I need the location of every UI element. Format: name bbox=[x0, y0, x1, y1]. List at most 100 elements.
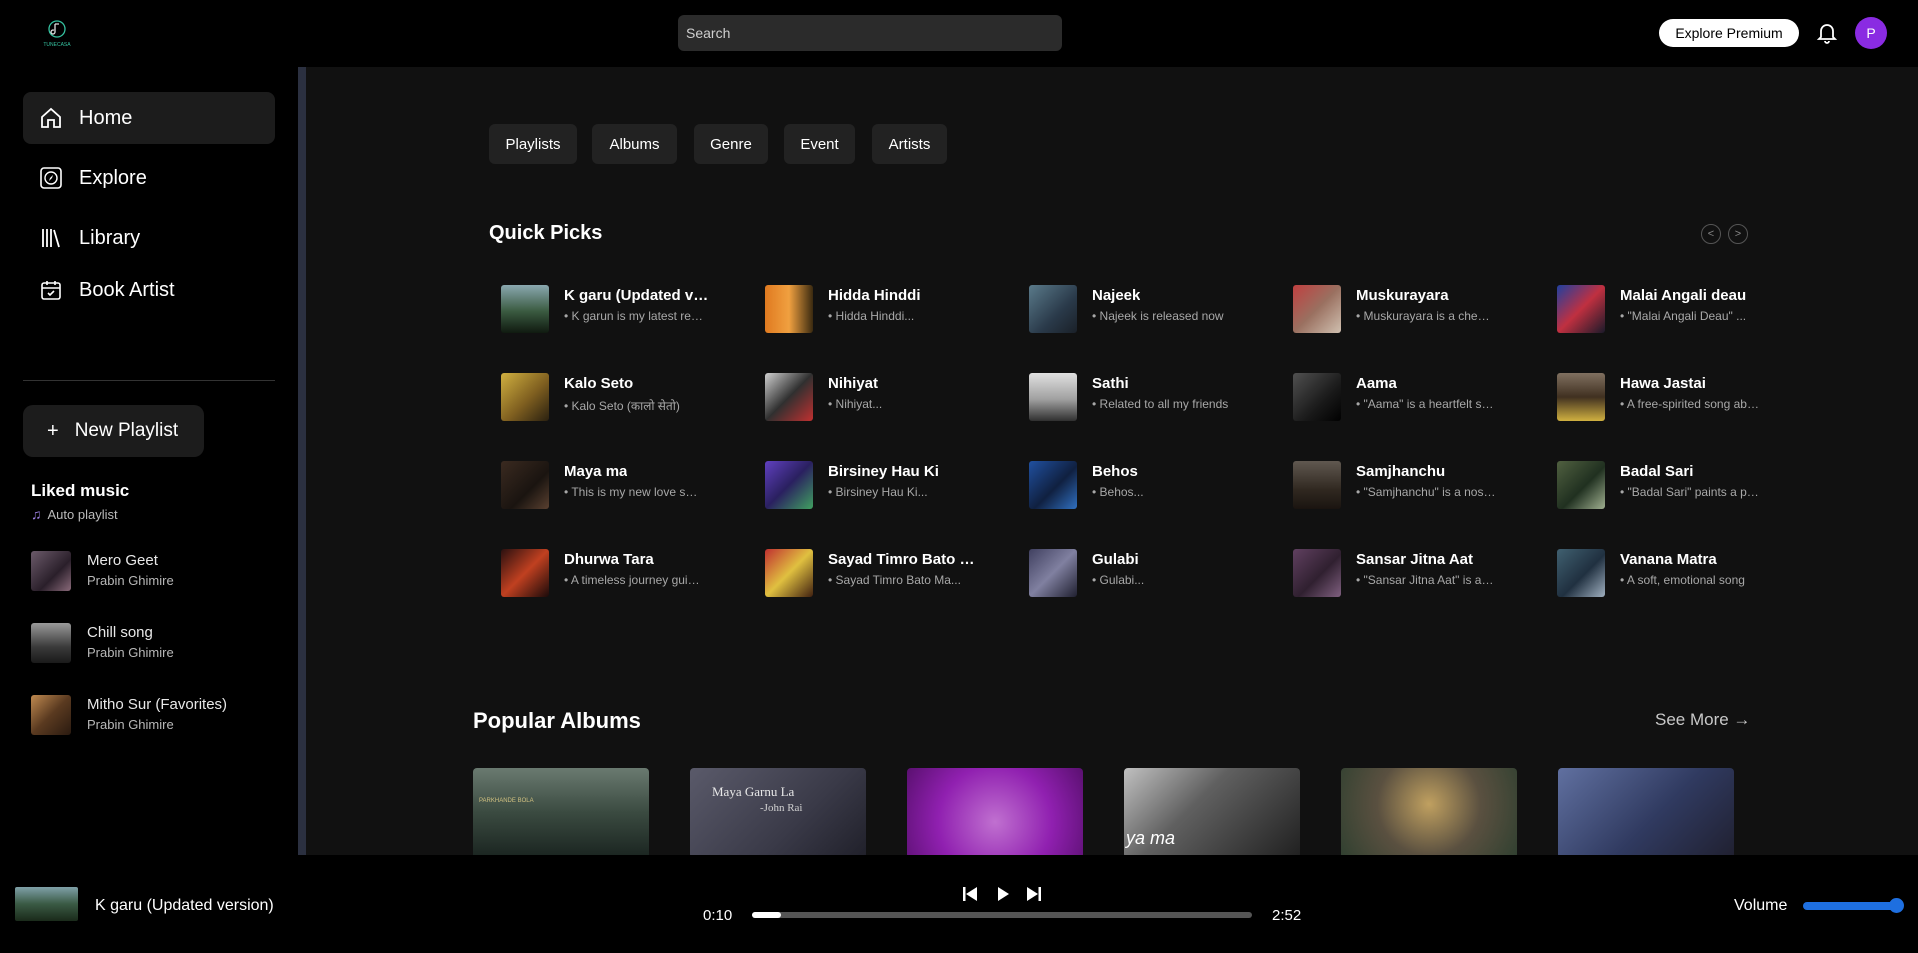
album-card[interactable] bbox=[1558, 768, 1734, 855]
search-input[interactable] bbox=[678, 15, 1062, 51]
song-description: • Birsiney Hau Ki... bbox=[828, 485, 928, 499]
album-thumbnail bbox=[31, 695, 71, 735]
quick-pick-item[interactable]: Behos • Behos... bbox=[1029, 458, 1279, 510]
album-card[interactable] bbox=[907, 768, 1083, 855]
library-item[interactable]: Mitho Sur (Favorites) Prabin Ghimire bbox=[31, 692, 291, 736]
liked-music-title[interactable]: Liked music bbox=[31, 481, 129, 501]
quick-pick-item[interactable]: Aama • "Aama" is a heartfelt song bbox=[1293, 370, 1543, 422]
sidebar-item-explore[interactable]: Explore bbox=[23, 152, 275, 204]
quick-pick-item[interactable]: K garu (Updated version) • K garun is my… bbox=[501, 282, 751, 334]
bell-icon[interactable] bbox=[1815, 20, 1839, 46]
sidebar-item-book-artist[interactable]: Book Artist bbox=[23, 264, 275, 316]
song-thumbnail bbox=[1293, 285, 1341, 333]
volume-slider-handle[interactable] bbox=[1889, 898, 1904, 913]
quick-pick-item[interactable]: Sathi • Related to all my friends bbox=[1029, 370, 1279, 422]
prev-arrow-button[interactable]: < bbox=[1701, 224, 1721, 244]
main-content: Playlists Albums Genre Event Artists Qui… bbox=[306, 67, 1918, 855]
song-title: Muskurayara bbox=[1356, 287, 1449, 304]
quick-pick-item[interactable]: Sansar Jitna Aat • "Sansar Jitna Aat" is… bbox=[1293, 546, 1543, 598]
quick-pick-item[interactable]: Hawa Jastai • A free-spirited song about bbox=[1557, 370, 1807, 422]
sidebar-item-home[interactable]: Home bbox=[23, 92, 275, 144]
explore-premium-button[interactable]: Explore Premium bbox=[1659, 19, 1799, 47]
library-item[interactable]: Chill song Prabin Ghimire bbox=[31, 620, 291, 664]
song-thumbnail bbox=[1293, 549, 1341, 597]
album-caption: PARKHANDE BOLA bbox=[479, 798, 534, 804]
sidebar-scroll-edge bbox=[298, 67, 306, 855]
quick-pick-item[interactable]: Malai Angali deau • "Malai Angali Deau" … bbox=[1557, 282, 1807, 334]
previous-icon[interactable] bbox=[960, 884, 980, 904]
song-description: • Related to all my friends bbox=[1092, 397, 1229, 411]
app-logo[interactable]: TUNECASA bbox=[37, 18, 77, 48]
next-icon[interactable] bbox=[1024, 884, 1044, 904]
chip-artists[interactable]: Artists bbox=[872, 124, 947, 164]
song-thumbnail bbox=[765, 373, 813, 421]
progress-bar[interactable] bbox=[752, 912, 1252, 918]
library-item-artist: Prabin Ghimire bbox=[87, 573, 174, 588]
quick-pick-item[interactable]: Hidda Hinddi • Hidda Hinddi... bbox=[765, 282, 1015, 334]
progress-fill bbox=[752, 912, 781, 918]
quick-pick-item[interactable]: Gulabi • Gulabi... bbox=[1029, 546, 1279, 598]
quick-pick-item[interactable]: Kalo Seto • Kalo Seto (कालो सेतो) bbox=[501, 370, 751, 422]
quick-pick-item[interactable]: Vanana Matra • A soft, emotional song bbox=[1557, 546, 1807, 598]
library-item[interactable]: Mero Geet Prabin Ghimire bbox=[31, 548, 291, 592]
song-thumbnail bbox=[1029, 285, 1077, 333]
liked-music-subtitle: ♫ Auto playlist bbox=[31, 506, 118, 522]
song-thumbnail bbox=[1293, 461, 1341, 509]
calendar-icon bbox=[37, 276, 65, 304]
song-description: • Muskurayara is a cheerful song bbox=[1356, 309, 1496, 323]
volume-slider[interactable] bbox=[1803, 902, 1896, 910]
next-arrow-button[interactable]: > bbox=[1728, 224, 1748, 244]
album-card[interactable]: Maya Garnu La -John Rai bbox=[690, 768, 866, 855]
music-note-icon: ♫ bbox=[31, 506, 42, 522]
library-item-title: Chill song bbox=[87, 624, 153, 641]
album-card[interactable]: ya ma bbox=[1124, 768, 1300, 855]
song-thumbnail bbox=[1029, 461, 1077, 509]
song-title: Kalo Seto bbox=[564, 375, 634, 392]
song-description: • "Malai Angali Deau" ... bbox=[1620, 309, 1747, 323]
song-thumbnail bbox=[501, 461, 549, 509]
song-thumbnail bbox=[501, 549, 549, 597]
album-card[interactable]: PARKHANDE BOLA bbox=[473, 768, 649, 855]
library-item-artist: Prabin Ghimire bbox=[87, 645, 174, 660]
song-thumbnail bbox=[1029, 549, 1077, 597]
sidebar-item-label: Home bbox=[79, 106, 133, 129]
new-playlist-label: New Playlist bbox=[74, 420, 179, 441]
chip-genre[interactable]: Genre bbox=[694, 124, 768, 164]
sidebar: Home Explore Library Book Artist + New P… bbox=[0, 67, 298, 855]
compass-icon bbox=[37, 164, 65, 192]
album-caption: Maya Garnu La bbox=[712, 784, 795, 799]
chip-albums[interactable]: Albums bbox=[592, 124, 677, 164]
song-thumbnail bbox=[765, 461, 813, 509]
song-thumbnail bbox=[765, 549, 813, 597]
user-avatar[interactable]: P bbox=[1855, 17, 1887, 49]
quick-pick-item[interactable]: Sayad Timro Bato Ma • Sayad Timro Bato M… bbox=[765, 546, 1015, 598]
library-icon bbox=[37, 224, 65, 252]
song-description: • Sayad Timro Bato Ma... bbox=[828, 573, 961, 587]
quick-pick-item[interactable]: Muskurayara • Muskurayara is a cheerful … bbox=[1293, 282, 1543, 334]
top-bar: TUNECASA Explore Premium P bbox=[0, 0, 1918, 67]
song-title: Maya ma bbox=[564, 463, 628, 480]
sidebar-item-library[interactable]: Library bbox=[23, 212, 275, 264]
quick-pick-item[interactable]: Birsiney Hau Ki • Birsiney Hau Ki... bbox=[765, 458, 1015, 510]
now-playing-thumbnail bbox=[15, 887, 78, 921]
song-description: • A soft, emotional song bbox=[1620, 573, 1745, 587]
home-icon bbox=[37, 104, 65, 132]
quick-pick-item[interactable]: Samjhanchu • "Samjhanchu" is a nostalgic bbox=[1293, 458, 1543, 510]
quick-pick-item[interactable]: Dhurwa Tara • A timeless journey guided bbox=[501, 546, 751, 598]
chip-event[interactable]: Event bbox=[784, 124, 855, 164]
song-title: Behos bbox=[1092, 463, 1138, 480]
quick-pick-item[interactable]: Maya ma • This is my new love song bbox=[501, 458, 751, 510]
song-thumbnail bbox=[1557, 373, 1605, 421]
album-card[interactable] bbox=[1341, 768, 1517, 855]
song-thumbnail bbox=[501, 373, 549, 421]
quick-pick-item[interactable]: Najeek • Najeek is released now bbox=[1029, 282, 1279, 334]
song-description: • Behos... bbox=[1092, 485, 1144, 499]
song-description: • A timeless journey guided bbox=[564, 573, 704, 587]
plus-icon: + bbox=[47, 419, 59, 442]
quick-pick-item[interactable]: Nihiyat • Nihiyat... bbox=[765, 370, 1015, 422]
quick-pick-item[interactable]: Badal Sari • "Badal Sari" paints a pictu… bbox=[1557, 458, 1807, 510]
chip-playlists[interactable]: Playlists bbox=[489, 124, 577, 164]
see-more-link[interactable]: See More → bbox=[1655, 710, 1750, 730]
new-playlist-button[interactable]: + New Playlist bbox=[23, 405, 204, 457]
play-icon[interactable] bbox=[993, 884, 1013, 904]
